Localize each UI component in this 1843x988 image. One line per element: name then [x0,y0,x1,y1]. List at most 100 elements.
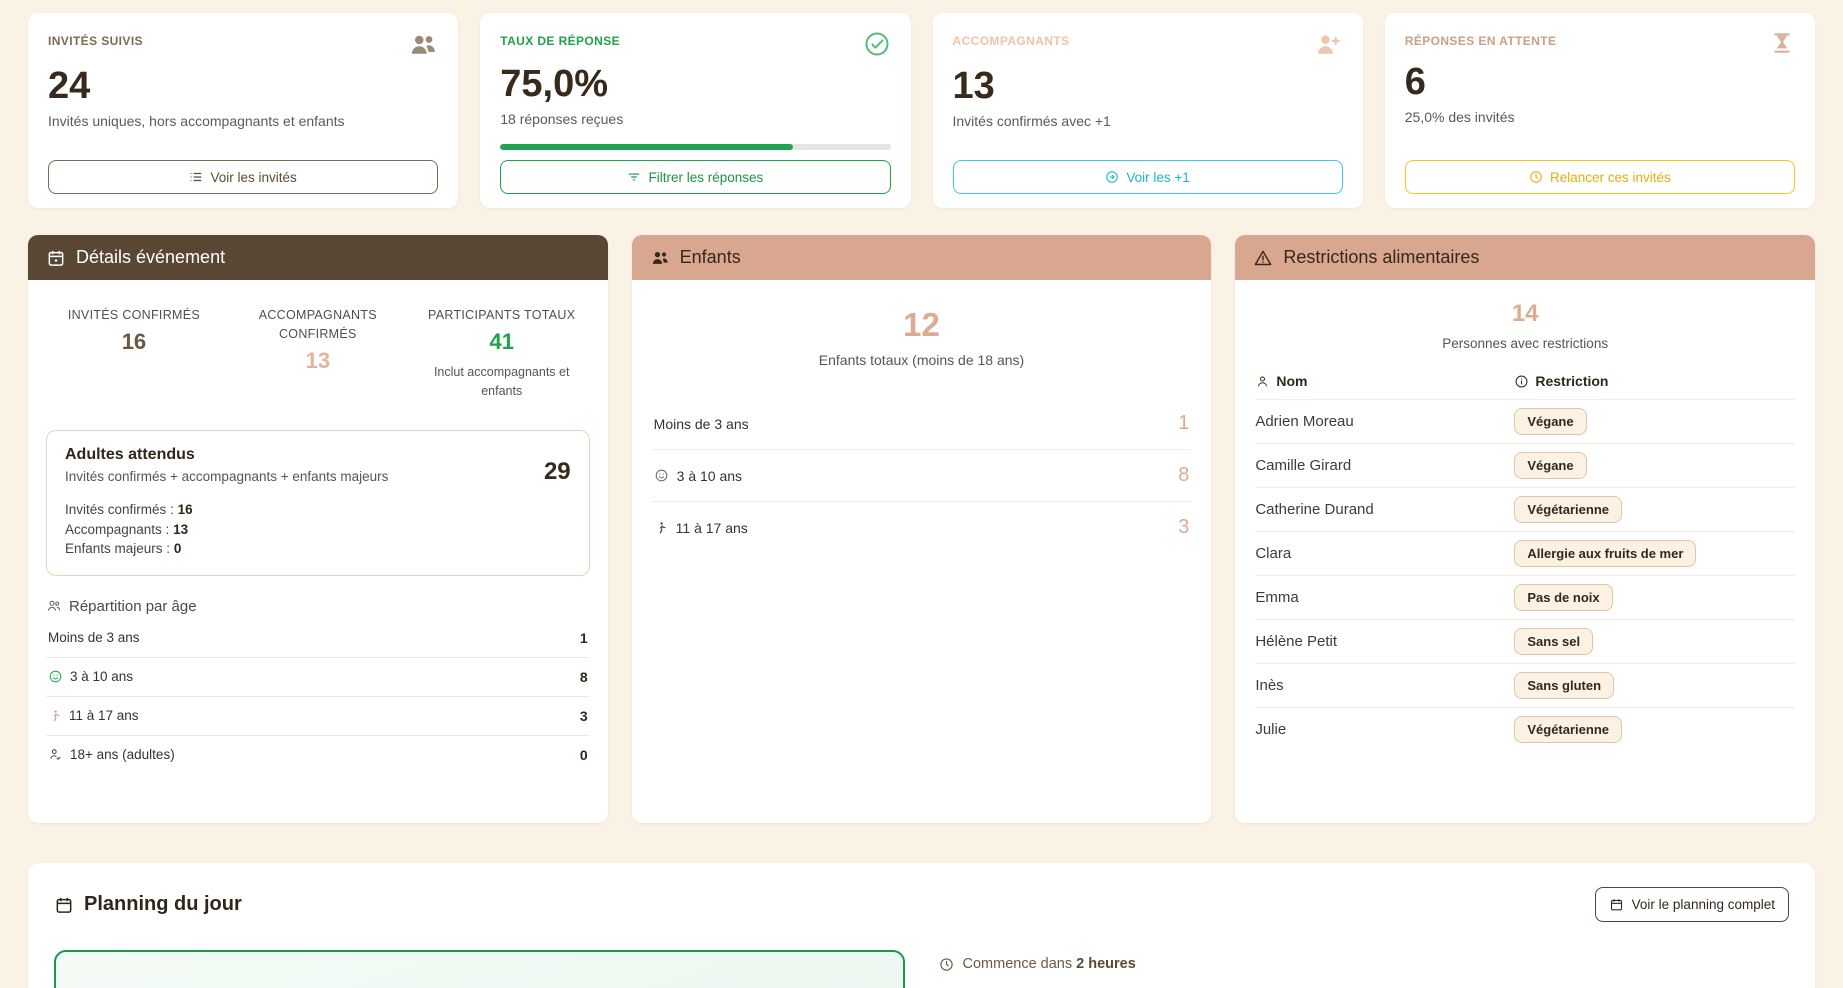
restrictions-subtitle: Personnes avec restrictions [1255,336,1795,351]
check-circle-icon [863,30,891,58]
children-list: Moins de 3 ans 1 3 à 10 ans 8 [652,398,1192,553]
stat-label: ACCOMPAGNANTS [953,30,1070,48]
expected-adults-box: Adultes attendus Invités confirmés + acc… [46,430,590,576]
person-check-icon [48,747,63,762]
stat-value: 24 [48,67,438,107]
confirmed-stats: INVITÉS CONFIRMÉS 16 ACCOMPAGNANTS CONFI… [46,306,590,400]
event-countdown: Commence dans 2 heures [939,956,1790,972]
person-icon [1255,374,1270,389]
children-header: Enfants [632,235,1212,280]
user-plus-icon [1313,30,1343,60]
planning-event-card[interactable]: 14:00 → 17:00 3h00 [54,950,905,988]
restrictions-header: Restrictions alimentaires [1235,235,1815,280]
restriction-row: Hélène Petit Sans sel [1255,619,1795,663]
stat-description: Invités confirmés avec +1 [953,113,1343,129]
info-icon [1514,374,1529,389]
stat-invites-confirmes: INVITÉS CONFIRMÉS 16 [46,306,222,400]
planning-right-column: Commence dans 2 heures [939,950,1790,988]
age-distribution-title: Répartition par âge [46,598,590,615]
walker-icon [654,521,668,535]
stat-label: INVITÉS SUIVIS [48,30,143,48]
view-plus-ones-button[interactable]: Voir les +1 [953,160,1343,194]
stat-accompagnants-confirmes: ACCOMPAGNANTS CONFIRMÉS 13 [230,306,406,400]
children-total: 12 [652,306,1192,344]
restrictions-table: Nom Restriction Adrien Moreau Végane [1255,373,1795,751]
filter-icon [627,170,641,184]
panel-title: Détails événement [76,247,225,268]
users-icon [650,248,670,268]
stat-label: RÉPONSES EN ATTENTE [1405,30,1557,48]
restriction-badge: Végétarienne [1514,716,1622,743]
stat-card-taux-reponse: TAUX DE RÉPONSE 75,0% 18 réponses reçues… [480,13,910,208]
restriction-row: Adrien Moreau Végane [1255,399,1795,443]
response-progress [500,144,890,150]
stat-description: 18 réponses reçues [500,111,890,127]
remind-guests-button[interactable]: Relancer ces invités [1405,160,1795,194]
restriction-badge: Sans sel [1514,628,1593,655]
children-panel: Enfants 12 Enfants totaux (moins de 18 a… [632,235,1212,823]
restriction-badge: Pas de noix [1514,584,1612,611]
age-distribution-list: Moins de 3 ans 1 3 à 10 ans 8 [46,619,590,774]
adults-total-value: 29 [544,446,571,559]
dashboard-page: INVITÉS SUIVIS 24 Invités uniques, hors … [0,0,1843,988]
planning-title: Planning du jour [54,893,242,916]
button-label: Relancer ces invités [1550,170,1671,185]
view-guests-button[interactable]: Voir les invités [48,160,438,194]
restrictions-total: 14 [1255,300,1795,328]
restrictions-panel: Restrictions alimentaires 14 Personnes a… [1235,235,1815,823]
response-progress-fill [500,144,793,150]
users-icon [408,30,438,60]
stat-card-accompagnants: ACCOMPAGNANTS 13 Invités confirmés avec … [933,13,1363,208]
filter-responses-button[interactable]: Filtrer les réponses [500,160,890,194]
restriction-badge: Végane [1514,408,1586,435]
restriction-row: Julie Végétarienne [1255,707,1795,751]
restriction-badge: Sans gluten [1514,672,1614,699]
stat-description: Invités uniques, hors accompagnants et e… [48,113,438,129]
stat-label: TAUX DE RÉPONSE [500,30,620,48]
adults-line: Enfants majeurs : 0 [65,539,388,559]
stat-value: 75,0% [500,65,890,105]
age-row: Moins de 3 ans 1 [46,619,590,658]
stat-card-invites-suivis: INVITÉS SUIVIS 24 Invités uniques, hors … [28,13,458,208]
panels-row: Détails événement INVITÉS CONFIRMÉS 16 A… [28,235,1815,823]
smiley-icon [48,669,63,684]
warning-icon [1253,248,1273,268]
restriction-row: Catherine Durand Végétarienne [1255,487,1795,531]
panel-title: Restrictions alimentaires [1283,247,1479,268]
children-row: 11 à 17 ans 3 [652,502,1192,553]
restriction-row: Clara Allergie aux fruits de mer [1255,531,1795,575]
people-icon [46,598,62,614]
clock-icon [1529,170,1543,184]
calendar-icon [46,248,66,268]
restriction-badge: Allergie aux fruits de mer [1514,540,1696,567]
stat-description: 25,0% des invités [1405,109,1795,125]
list-icon [189,170,203,184]
age-row: 3 à 10 ans 8 [46,658,590,697]
stat-value: 13 [953,67,1343,107]
calendar-icon [1609,897,1624,912]
panel-title: Enfants [680,247,741,268]
arrow-circle-right-icon [1105,170,1119,184]
children-subtitle: Enfants totaux (moins de 18 ans) [652,352,1192,368]
stat-participants-totaux: PARTICIPANTS TOTAUX 41 Inclut accompagna… [414,306,590,400]
calendar-icon [54,895,74,915]
restriction-row: Camille Girard Végane [1255,443,1795,487]
restriction-row: Emma Pas de noix [1255,575,1795,619]
restrictions-table-header: Nom Restriction [1255,373,1795,399]
button-label: Voir les +1 [1126,170,1189,185]
view-full-planning-button[interactable]: Voir le planning complet [1595,887,1789,922]
hourglass-icon [1769,30,1795,56]
children-row: Moins de 3 ans 1 [652,398,1192,450]
button-label: Filtrer les réponses [648,170,763,185]
walker-icon [48,709,62,723]
planning-section: Planning du jour Voir le planning comple… [28,863,1815,988]
stat-value: 6 [1405,63,1795,103]
button-label: Voir les invités [210,170,296,185]
restriction-badge: Végétarienne [1514,496,1622,523]
adults-line: Accompagnants : 13 [65,520,388,540]
clock-icon [939,957,954,972]
event-details-header: Détails événement [28,235,608,280]
event-details-panel: Détails événement INVITÉS CONFIRMÉS 16 A… [28,235,608,823]
smiley-icon [654,468,669,483]
stat-card-reponses-attente: RÉPONSES EN ATTENTE 6 25,0% des invités … [1385,13,1815,208]
